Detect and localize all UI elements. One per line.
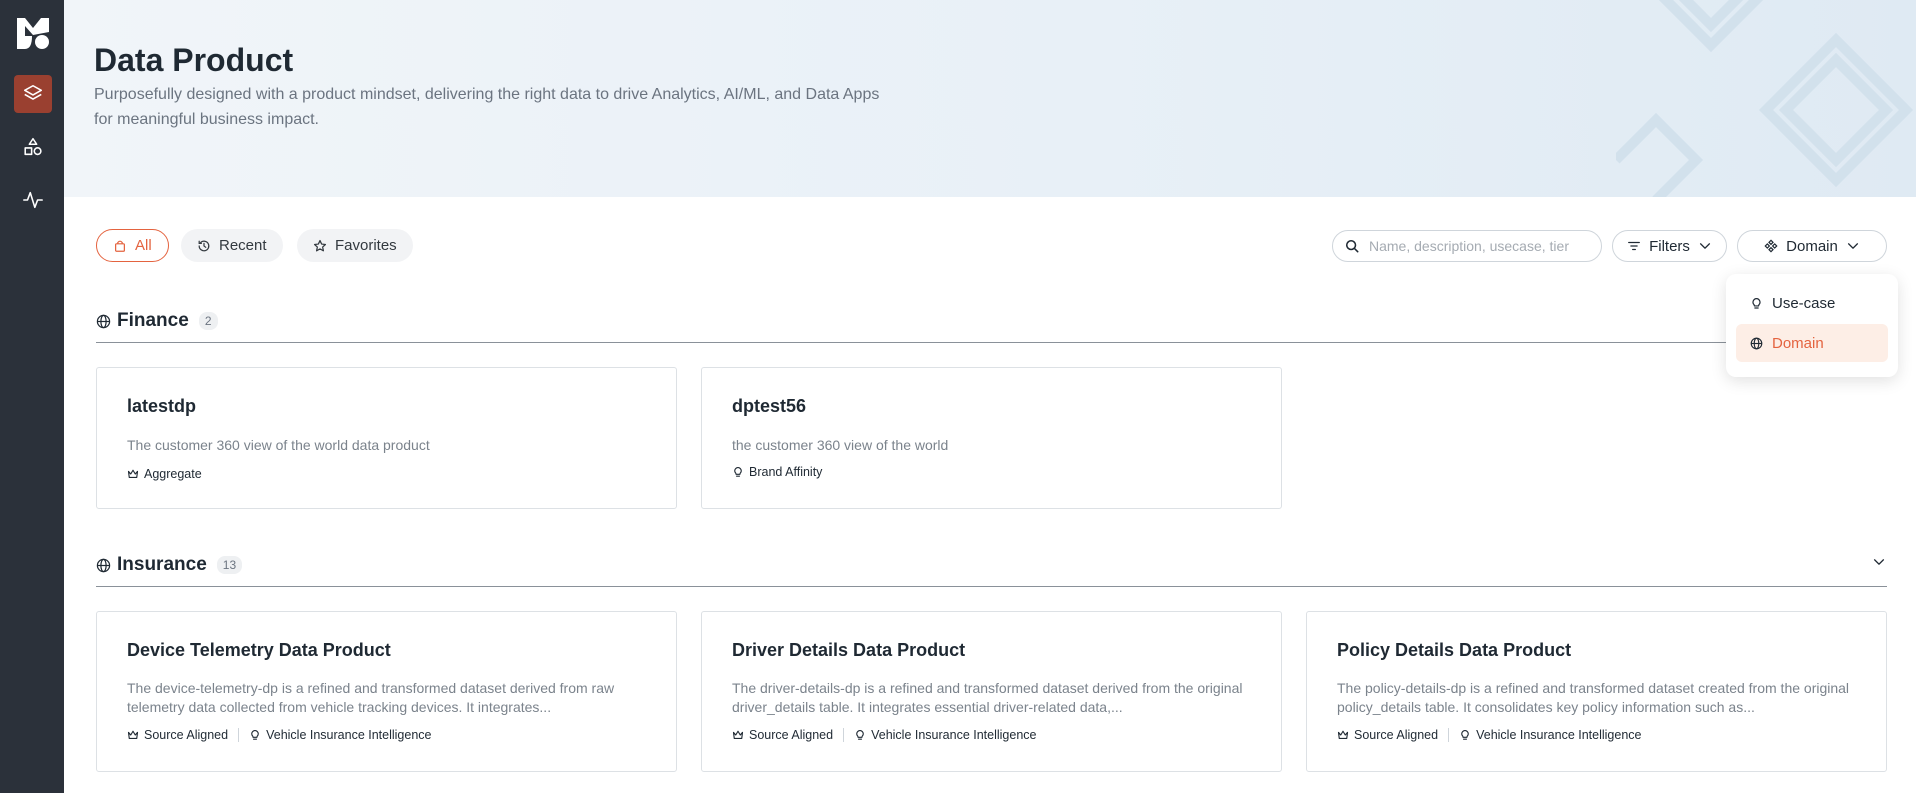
globe-icon <box>1750 337 1763 349</box>
bulb-icon <box>251 729 259 740</box>
bulb-icon <box>1752 297 1761 309</box>
data-product-card[interactable]: Driver Details Data Product The driver-d… <box>701 611 1282 772</box>
card-description: The driver-details-dp is a refined and t… <box>732 680 1243 715</box>
card-description: The policy-details-dp is a refined and t… <box>1337 680 1850 715</box>
card-tags: Source Aligned Vehicle Insurance Intelli… <box>127 728 431 742</box>
bag-icon <box>115 240 125 252</box>
card-tag-label: Brand Affinity <box>749 465 823 479</box>
group-name: Finance <box>117 310 189 331</box>
card-tags: Aggregate <box>127 467 202 481</box>
group-by-dropdown: Use-case Domain <box>1726 274 1898 377</box>
card-title: latestdp <box>127 396 197 416</box>
group-header-finance[interactable]: Finance 2 <box>96 310 218 332</box>
crown-icon <box>732 730 744 739</box>
tag-divider <box>1448 728 1450 742</box>
data-product-card[interactable]: Device Telemetry Data Product The device… <box>96 611 677 772</box>
header-decoration <box>1616 0 1914 197</box>
card-tag-label: Vehicle Insurance Intelligence <box>266 728 432 742</box>
card-title: Policy Details Data Product <box>1337 640 1572 660</box>
chevron-down-icon[interactable] <box>1872 555 1886 569</box>
search-box[interactable] <box>1332 230 1602 262</box>
activity-icon <box>23 191 43 209</box>
star-icon <box>313 239 327 251</box>
chevron-down-icon <box>1847 243 1858 249</box>
data-product-card[interactable]: Policy Details Data Product The policy-d… <box>1306 611 1887 772</box>
group-header-insurance[interactable]: Insurance 13 <box>96 554 243 576</box>
filter-icon <box>1628 241 1640 251</box>
search-input[interactable] <box>1369 238 1589 254</box>
dropdown-option-use-case[interactable]: Use-case <box>1736 284 1888 322</box>
card-tag: Vehicle Insurance Intelligence <box>1459 728 1641 742</box>
card-tag-label: Source Aligned <box>144 728 229 742</box>
tag-divider <box>843 728 845 742</box>
group-count-badge: 13 <box>216 556 243 574</box>
tab-all-label: All <box>135 237 152 254</box>
tab-recent[interactable]: Recent <box>181 229 283 262</box>
tag-divider <box>238 728 240 742</box>
page-header: Data Product Purposefully designed with … <box>64 0 1916 197</box>
card-tag-label: Source Aligned <box>749 728 834 742</box>
card-tag: Vehicle Insurance Intelligence <box>854 728 1036 742</box>
card-tags: Source Aligned Vehicle Insurance Intelli… <box>1337 728 1641 742</box>
tab-favorites-label: Favorites <box>335 237 397 254</box>
search-icon <box>1345 239 1359 253</box>
card-tag-label: Vehicle Insurance Intelligence <box>1476 728 1642 742</box>
card-tag: Aggregate <box>127 467 202 481</box>
card-tag: Vehicle Insurance Intelligence <box>249 728 431 742</box>
nav-data-products[interactable] <box>14 75 52 113</box>
card-description: The customer 360 view of the world data … <box>127 437 430 453</box>
card-tag: Brand Affinity <box>732 465 822 479</box>
bulb-icon <box>1461 729 1469 740</box>
bulb-icon <box>734 466 742 477</box>
card-title: Driver Details Data Product <box>732 640 966 660</box>
group-divider <box>96 342 1887 343</box>
crown-icon <box>1337 730 1349 739</box>
shapes-icon <box>24 137 42 156</box>
tab-all[interactable]: All <box>96 229 169 262</box>
page-subtitle: Purposefully designed with a product min… <box>94 86 880 128</box>
group-name: Insurance <box>117 554 207 575</box>
diamond-grid-icon <box>1764 239 1778 253</box>
card-tag-label: Source Aligned <box>1354 728 1439 742</box>
bulb-icon <box>856 729 864 740</box>
filters-label: Filters <box>1649 237 1690 255</box>
card-tags: Source Aligned Vehicle Insurance Intelli… <box>732 728 1036 742</box>
card-tag: Source Aligned <box>127 728 228 742</box>
card-description: the customer 360 view of the world <box>732 437 949 453</box>
tab-recent-label: Recent <box>219 237 267 254</box>
dropdown-option-domain[interactable]: Domain <box>1736 324 1888 362</box>
card-tag: Source Aligned <box>1337 728 1438 742</box>
group-by-label: Domain <box>1786 237 1838 255</box>
nav-shapes[interactable] <box>14 128 52 166</box>
dropdown-option-label: Domain <box>1772 334 1824 352</box>
data-product-card[interactable]: dptest56 the customer 360 view of the wo… <box>701 367 1282 509</box>
crown-icon <box>127 469 139 478</box>
logo[interactable] <box>16 16 50 50</box>
card-tag-label: Aggregate <box>144 467 202 481</box>
nav-activity[interactable] <box>14 181 52 219</box>
layers-icon <box>23 84 43 100</box>
filters-button[interactable]: Filters <box>1612 230 1727 262</box>
globe-icon <box>96 314 111 328</box>
group-by-button[interactable]: Domain <box>1737 230 1887 262</box>
card-title: dptest56 <box>732 396 807 416</box>
page-title: Data Product <box>94 42 294 78</box>
chevron-down-icon <box>1699 243 1710 249</box>
group-count-badge: 2 <box>198 312 218 330</box>
globe-icon <box>96 558 111 572</box>
card-tag: Source Aligned <box>732 728 833 742</box>
card-title: Device Telemetry Data Product <box>127 640 391 660</box>
history-icon <box>198 240 210 251</box>
group-divider <box>96 586 1887 587</box>
crown-icon <box>127 730 139 739</box>
card-tag-label: Vehicle Insurance Intelligence <box>871 728 1037 742</box>
sidebar <box>0 0 64 793</box>
dropdown-option-label: Use-case <box>1772 294 1836 312</box>
tab-favorites[interactable]: Favorites <box>297 229 413 262</box>
card-tags: Brand Affinity <box>732 465 822 479</box>
data-product-card[interactable]: latestdp The customer 360 view of the wo… <box>96 367 677 509</box>
card-description: The device-telemetry-dp is a refined and… <box>127 680 615 715</box>
